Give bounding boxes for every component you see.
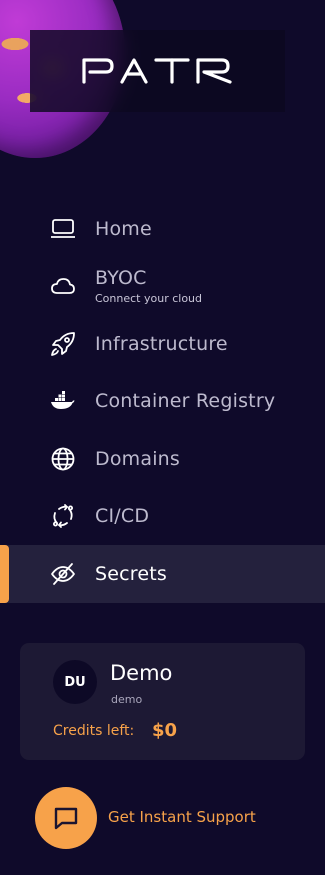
globe-icon: [50, 446, 76, 472]
nav-item-cicd[interactable]: CI/CD: [0, 488, 325, 546]
rocket-icon: [50, 331, 76, 357]
laptop-icon: [50, 216, 76, 242]
user-handle: demo: [111, 693, 143, 706]
nav-label-byoc: BYOC: [95, 267, 147, 290]
nav-item-home[interactable]: Home: [0, 200, 325, 258]
logo[interactable]: [30, 30, 285, 112]
nav-label-container-registry: Container Registry: [95, 390, 276, 413]
main-nav: Home BYOC Connect your cloud Infrastruct…: [0, 200, 325, 603]
patr-logo-icon: [81, 58, 232, 84]
support-button[interactable]: [35, 787, 97, 849]
chat-icon: [54, 807, 78, 830]
nav-item-infrastructure[interactable]: Infrastructure: [0, 315, 325, 373]
sidebar: Home BYOC Connect your cloud Infrastruct…: [0, 0, 325, 875]
nav-label-home: Home: [95, 217, 152, 240]
docker-icon: [50, 388, 76, 414]
credits-label: Credits left:: [53, 723, 135, 739]
credits-value: $0: [152, 720, 178, 741]
support-label[interactable]: Get Instant Support: [108, 808, 256, 826]
nav-label-cicd: CI/CD: [95, 505, 150, 528]
nav-sublabel-byoc: Connect your cloud: [95, 292, 202, 306]
nav-label-secrets: Secrets: [95, 562, 168, 585]
eye-off-icon: [50, 561, 76, 587]
nav-item-container-registry[interactable]: Container Registry: [0, 373, 325, 431]
cicd-icon: [50, 503, 76, 529]
avatar[interactable]: DU: [53, 660, 97, 704]
nav-item-secrets[interactable]: Secrets: [0, 545, 325, 603]
nav-label-infrastructure: Infrastructure: [95, 332, 228, 355]
cloud-icon: [50, 273, 76, 299]
user-name: Demo: [110, 661, 173, 685]
nav-label-domains: Domains: [95, 447, 181, 470]
nav-item-byoc[interactable]: BYOC Connect your cloud: [0, 258, 325, 316]
nav-item-domains[interactable]: Domains: [0, 430, 325, 488]
user-card[interactable]: DU Demo demo Credits left: $0: [20, 643, 305, 760]
